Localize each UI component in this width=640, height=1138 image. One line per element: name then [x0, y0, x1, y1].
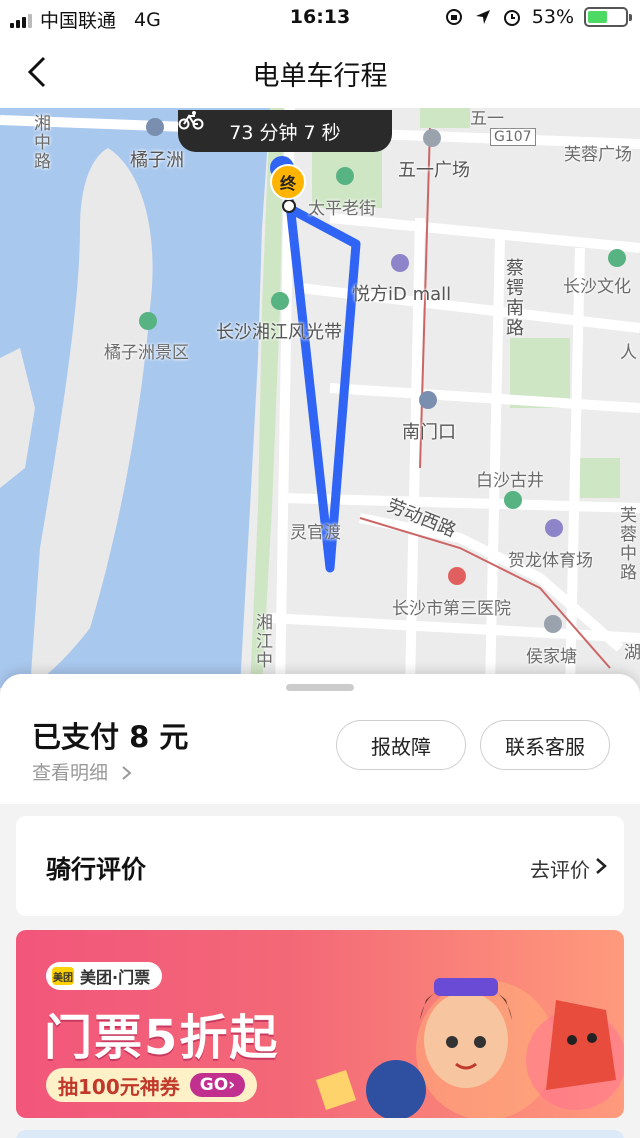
- view-detail-link[interactable]: 查看明细: [32, 758, 134, 785]
- status-bar: 中国联通 4G 16:13 53%: [0, 0, 640, 36]
- map-label-yuefang-mall: 悦方iD mall: [352, 284, 452, 305]
- alarm-icon: [503, 10, 520, 26]
- orientation-lock-icon: [445, 9, 462, 25]
- meituan-logo-icon: 美团: [52, 967, 74, 985]
- payment-section: 已支付 8 元 查看明细 报故障 联系客服: [0, 674, 640, 804]
- chevron-right-icon: [596, 858, 607, 874]
- hospital-icon: [448, 567, 466, 585]
- map-label-hu: 湖: [624, 643, 640, 663]
- transit-icon: [423, 129, 441, 147]
- map-label-caie-road: 蔡锷南路: [503, 258, 524, 338]
- map-label-wuyi-square: 五一广场: [398, 160, 470, 181]
- next-card-peek: [16, 1130, 624, 1138]
- trip-map[interactable]: 橘子洲 橘子洲景区 湘中路 湘江中 太平老街 五一广场 五一 G107 芙蓉广场…: [0, 108, 640, 688]
- go-rate-label: 去评价: [530, 858, 590, 882]
- map-label-g107: G107: [490, 128, 536, 146]
- stadium-icon: [545, 519, 563, 537]
- scenic-icon: [336, 167, 354, 185]
- contact-service-button[interactable]: 联系客服: [480, 720, 610, 770]
- chevron-right-icon: [122, 766, 132, 780]
- meituan-ticket-brand: 美团 美团·门票: [46, 962, 163, 990]
- nanmenkou-metro-icon: [419, 391, 437, 409]
- park-icon: [271, 292, 289, 310]
- report-fault-button[interactable]: 报故障: [336, 720, 466, 770]
- houjiatang-icon: [544, 615, 562, 633]
- map-label-ren: 人: [620, 343, 637, 363]
- baisha-icon: [504, 491, 522, 509]
- map-label-xiangzhong-road: 湘中路: [30, 114, 50, 171]
- location-icon: [475, 10, 490, 24]
- status-right: 53%: [444, 6, 632, 28]
- bicycle-icon: [178, 111, 204, 130]
- paid-amount: 已支付 8 元: [32, 720, 189, 754]
- battery-fill: [588, 11, 608, 23]
- map-label-changsha-culture: 长沙文化: [563, 277, 631, 297]
- island-scenic-icon: [139, 312, 157, 330]
- map-label-juzizhou-scenic: 橘子洲景区: [104, 343, 189, 363]
- nav-bar: 电单车行程: [0, 36, 640, 108]
- map-label-juzizhou: 橘子洲: [130, 150, 184, 171]
- page-title: 电单车行程: [252, 61, 388, 92]
- map-label-wuyi: 五一: [470, 109, 504, 129]
- go-button[interactable]: GO›: [189, 1073, 246, 1097]
- map-label-xiangjiang-zhong: 湘江中: [252, 613, 272, 670]
- ticket-promo-banner[interactable]: 美团 美团·门票 门票5折起 抽100元神券 GO›: [16, 930, 624, 1118]
- map-label-furong-square: 芙蓉广场: [564, 145, 632, 165]
- map-label-taiping-street: 太平老街: [308, 199, 376, 219]
- map-label-third-hospital: 长沙市第三医院: [392, 599, 511, 619]
- promo-headline: 门票5折起: [44, 1010, 280, 1066]
- ride-rating-card[interactable]: 骑行评价 去评价: [16, 816, 624, 916]
- drag-handle[interactable]: [286, 684, 354, 691]
- map-label-furong-road: 芙蓉中路: [616, 506, 636, 582]
- trip-detail-sheet: 已支付 8 元 查看明细 报故障 联系客服 骑行评价 去评价 美团 美团·门票 …: [0, 674, 640, 1138]
- route-line: [278, 172, 361, 573]
- view-detail-label: 查看明细: [32, 762, 109, 784]
- end-marker: 终: [270, 164, 306, 200]
- ride-duration-text: 73 分钟 7 秒: [229, 121, 341, 144]
- mall-icon: [391, 254, 409, 272]
- coupon-pill[interactable]: 抽100元神券 GO›: [46, 1068, 258, 1102]
- ride-duration-badge: 73 分钟 7 秒: [178, 110, 392, 152]
- map-label-houjiatang: 侯家塘: [526, 647, 577, 667]
- ride-rating-title: 骑行评价: [46, 855, 147, 884]
- battery-icon: [584, 7, 632, 27]
- map-label-lingguan: 灵官渡: [290, 523, 341, 543]
- culture-icon: [608, 249, 626, 267]
- map-label-helong-stadium: 贺龙体育场: [508, 551, 593, 571]
- battery-percent: 53%: [531, 6, 574, 28]
- end-point-dot: [282, 199, 296, 213]
- brand-label: 美团·门票: [80, 968, 151, 987]
- map-label-nanmenkou: 南门口: [402, 422, 456, 443]
- metro-icon: [146, 118, 164, 136]
- map-label-baisha-well: 白沙古井: [476, 471, 544, 491]
- coupon-label: 抽100元神券: [58, 1074, 180, 1099]
- map-label-xiangjiang-plaza: 长沙湘江风光带: [216, 322, 342, 343]
